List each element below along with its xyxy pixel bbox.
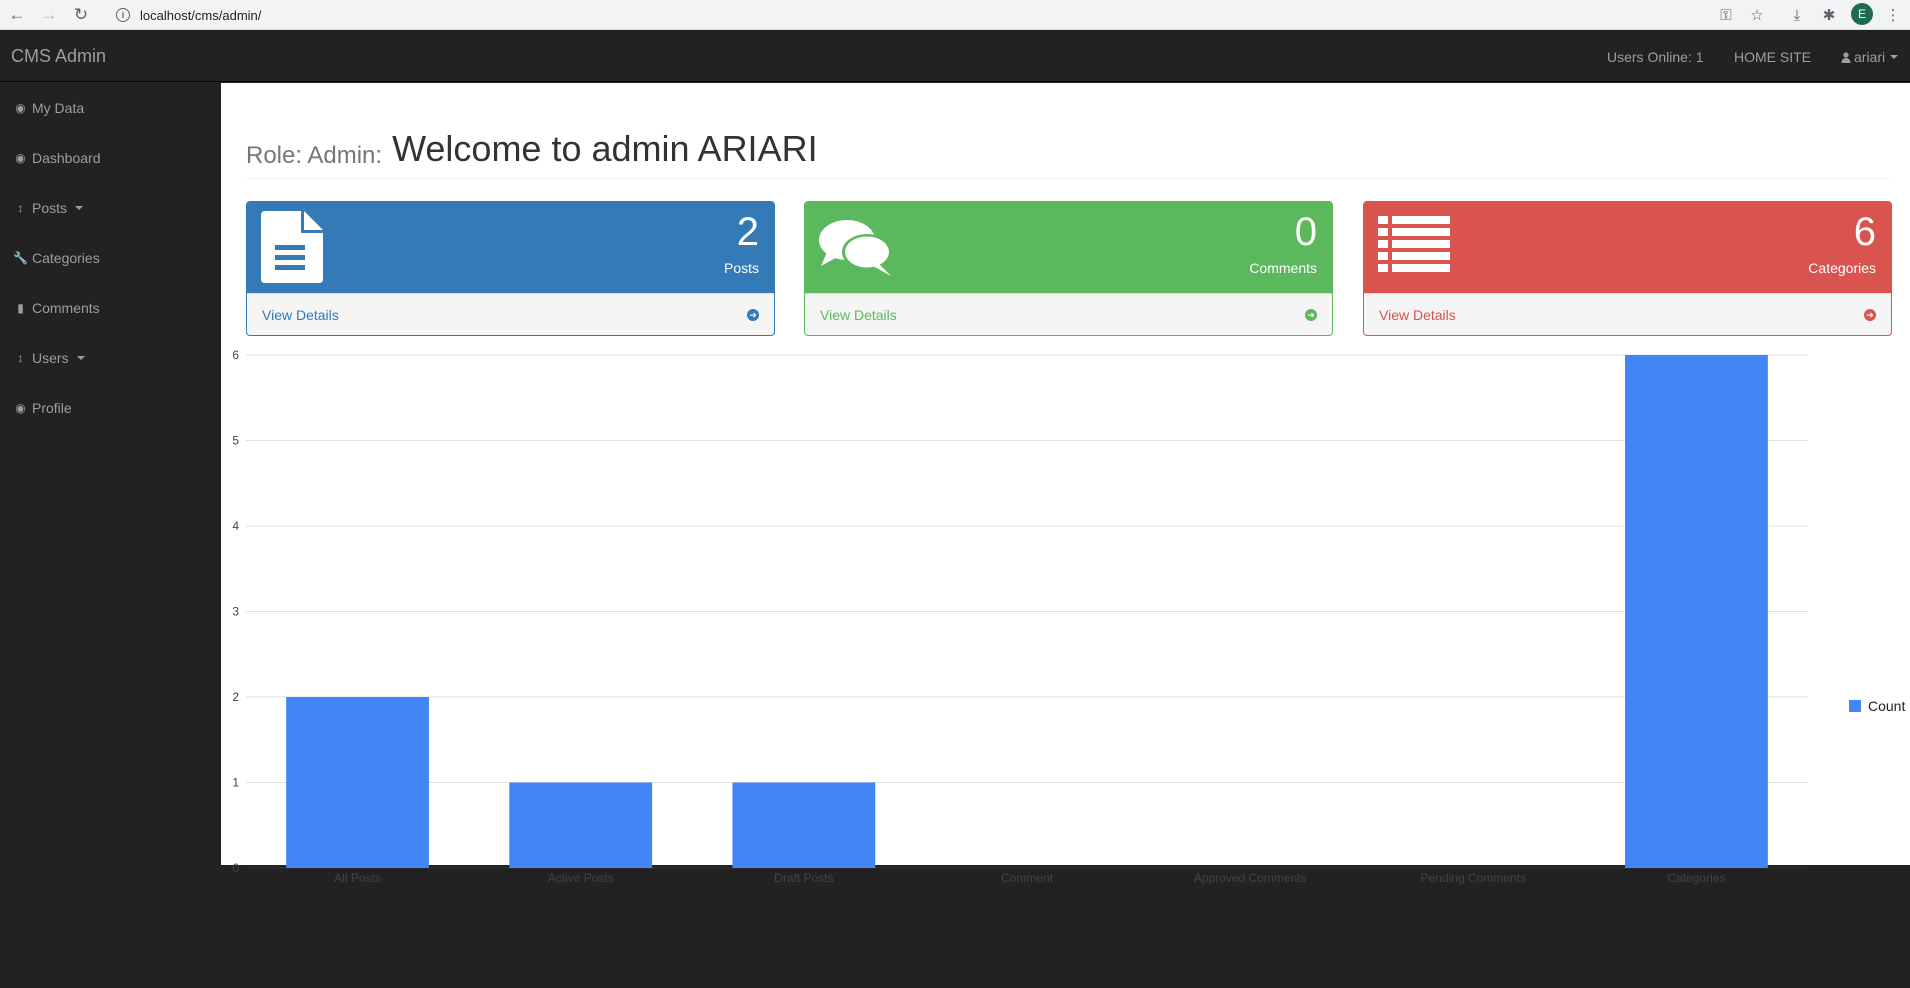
top-navbar: CMS Admin Users Online: 1 HOME SITE aria… xyxy=(0,32,1910,82)
view-details-label: View Details xyxy=(820,307,897,323)
arrow-circle-right-icon: ➜ xyxy=(747,309,759,321)
y-tick-label: 0 xyxy=(232,861,239,875)
legend-swatch xyxy=(1849,700,1861,712)
x-tick-label: Pending Comments xyxy=(1421,871,1526,885)
x-tick-label: Categories xyxy=(1667,871,1725,885)
bar[interactable] xyxy=(286,697,429,868)
y-tick-label: 1 xyxy=(232,776,239,790)
sidebar-item-profile[interactable]: ◉ Profile xyxy=(0,383,220,433)
sidebar-item-categories[interactable]: 🔧 Categories xyxy=(0,233,220,283)
arrows-v-icon: ↕ xyxy=(17,351,24,365)
y-tick-label: 5 xyxy=(232,434,239,448)
comments-icon xyxy=(819,220,892,276)
file-icon: ▮ xyxy=(17,301,24,315)
forward-icon[interactable]: → xyxy=(37,3,61,27)
posts-view-details-link[interactable]: View Details ➜ xyxy=(247,293,774,335)
categories-count: 6 xyxy=(1853,210,1876,254)
back-icon[interactable]: ← xyxy=(5,3,29,27)
comments-view-details-link[interactable]: View Details ➜ xyxy=(805,293,1332,335)
comments-count: 0 xyxy=(1294,210,1317,254)
sidebar: ◉ My Data ◉ Dashboard ↕ Posts 🔧 Categori… xyxy=(0,83,220,988)
arrow-circle-right-icon: ➜ xyxy=(1305,309,1317,321)
view-details-label: View Details xyxy=(1379,307,1456,323)
comments-panel: 0 Comments View Details ➜ xyxy=(804,201,1333,336)
main-content: Role: Admin: Welcome to admin ARIARI 2 P… xyxy=(221,83,1910,937)
profile-avatar[interactable]: E xyxy=(1851,3,1873,25)
list-icon xyxy=(1378,216,1450,272)
count-bar-chart: 0 1 2 3 4 5 6 All Posts Active Posts Draft Posts C… xyxy=(232,348,1905,937)
address-bar[interactable]: i localhost/cms/admin/ xyxy=(106,2,1786,28)
bar[interactable] xyxy=(509,782,653,869)
bar[interactable] xyxy=(1625,355,1768,868)
sidebar-item-label: Categories xyxy=(32,250,100,266)
x-tick-label: Draft Posts xyxy=(774,871,833,885)
sidebar-item-my-data[interactable]: ◉ My Data xyxy=(0,83,220,133)
sidebar-item-label: My Data xyxy=(32,100,85,116)
view-details-label: View Details xyxy=(262,307,339,323)
sidebar-item-users[interactable]: ↕ Users xyxy=(0,333,220,383)
url-text: localhost/cms/admin/ xyxy=(140,7,262,23)
welcome-heading: Welcome to admin ARIARI xyxy=(392,128,818,169)
user-dropdown[interactable]: ariari xyxy=(1841,49,1899,65)
file-text-icon xyxy=(261,211,323,283)
sidebar-item-label: Comments xyxy=(32,300,100,316)
reload-icon[interactable]: ↻ xyxy=(69,3,93,27)
panel-heading: 2 Posts xyxy=(247,202,774,293)
dashboard-icon: ◉ xyxy=(15,151,26,165)
menu-dots-icon[interactable]: ⋮ xyxy=(1882,4,1904,26)
browser-toolbar: ← → ↻ i localhost/cms/admin/ ⚿ ☆ ⤓ ✱ E ⋮ xyxy=(0,0,1910,30)
x-axis-label: Date xyxy=(1013,923,1039,937)
panel-heading: 0 Comments xyxy=(805,202,1332,293)
chevron-down-icon xyxy=(1890,55,1899,59)
home-site-link[interactable]: HOME SITE xyxy=(1734,49,1811,65)
chevron-down-icon xyxy=(75,206,84,210)
extensions-icon[interactable]: ✱ xyxy=(1818,4,1840,26)
x-tick-label: All Posts xyxy=(334,871,381,885)
sidebar-item-label: Users xyxy=(32,350,69,366)
posts-panel: 2 Posts View Details ➜ xyxy=(246,201,775,336)
y-tick-label: 2 xyxy=(232,690,239,704)
sidebar-item-posts[interactable]: ↕ Posts xyxy=(0,183,220,233)
arrow-circle-right-icon: ➜ xyxy=(1864,309,1876,321)
x-tick-label: Comment xyxy=(1001,871,1054,885)
sidebar-item-label: Profile xyxy=(32,400,72,416)
categories-view-details-link[interactable]: View Details ➜ xyxy=(1364,293,1891,335)
posts-count: 2 xyxy=(736,210,759,254)
key-icon[interactable]: ⚿ xyxy=(1715,4,1737,26)
categories-panel: 6 Categories View Details ➜ xyxy=(1363,201,1892,336)
chevron-down-icon xyxy=(76,356,85,360)
download-icon[interactable]: ⤓ xyxy=(1786,4,1808,26)
sidebar-item-dashboard[interactable]: ◉ Dashboard xyxy=(0,133,220,183)
x-tick-label: Approved Comments xyxy=(1194,871,1307,885)
sidebar-item-label: Posts xyxy=(32,200,68,216)
y-tick-label: 4 xyxy=(232,519,239,533)
bar[interactable] xyxy=(732,782,876,869)
user-icon xyxy=(1841,51,1851,63)
dashboard-icon: ◉ xyxy=(15,101,26,115)
categories-label: Categories xyxy=(1808,260,1876,276)
brand-link[interactable]: CMS Admin xyxy=(11,46,106,67)
sidebar-item-comments[interactable]: ▮ Comments xyxy=(0,283,220,333)
y-tick-label: 3 xyxy=(232,605,239,619)
y-tick-label: 6 xyxy=(232,348,239,362)
wrench-icon: 🔧 xyxy=(13,251,28,265)
x-tick-label: Active Posts xyxy=(548,871,614,885)
arrows-v-icon: ↕ xyxy=(17,201,24,215)
star-icon[interactable]: ☆ xyxy=(1746,4,1768,26)
user-name: ariari xyxy=(1854,49,1886,65)
posts-label: Posts xyxy=(723,260,759,276)
sidebar-item-label: Dashboard xyxy=(32,150,101,166)
page-title: Role: Admin: Welcome to admin ARIARI xyxy=(246,128,1890,179)
panel-heading: 6 Categories xyxy=(1364,202,1891,293)
comments-label: Comments xyxy=(1249,260,1317,276)
users-online: Users Online: 1 xyxy=(1607,49,1704,65)
dashboard-icon: ◉ xyxy=(15,401,26,415)
role-label: Role: Admin: xyxy=(246,142,383,169)
legend-label: Count xyxy=(1868,698,1905,714)
info-icon[interactable]: i xyxy=(116,8,130,22)
